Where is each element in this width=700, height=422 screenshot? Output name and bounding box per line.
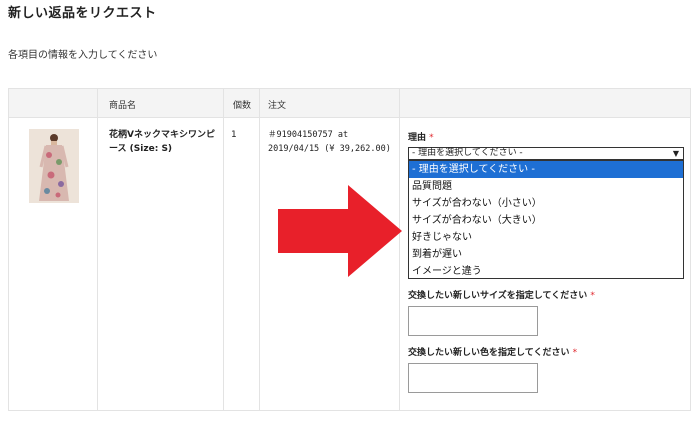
order-date-price: 2019/04/15 (¥ 39,262.00)	[268, 144, 391, 154]
reason-option[interactable]: 品質問題	[409, 178, 683, 195]
header-quantity: 個数	[233, 101, 252, 111]
required-mark: *	[429, 133, 434, 143]
color-label: 交換したい新しい色を指定してください *	[408, 348, 578, 358]
product-name: 花柄Vネックマキシワンピース (Size: S)	[109, 130, 215, 154]
color-input[interactable]	[408, 363, 538, 393]
reason-option[interactable]: サイズが合わない（大きい）	[409, 212, 683, 229]
reason-option[interactable]: 好きじゃない	[409, 229, 683, 246]
header-product: 商品名	[109, 101, 137, 111]
page-title: 新しい返品をリクエスト	[8, 6, 157, 21]
table-header: 商品名 個数 注文	[9, 89, 690, 118]
order-number: ＃91904150757 at	[268, 130, 349, 140]
reason-label: 理由 *	[408, 133, 434, 143]
reason-option[interactable]: 到着が遅い	[409, 246, 683, 263]
reason-select[interactable]: - 理由を選択してください - ▼	[408, 147, 684, 160]
reason-option[interactable]: サイズが合わない（小さい）	[409, 195, 683, 212]
header-order: 注文	[268, 101, 287, 111]
reason-select-value: - 理由を選択してください -	[412, 148, 523, 158]
instructions-text: 各項目の情報を入力してください	[8, 50, 158, 61]
reason-option[interactable]: - 理由を選択してください -	[409, 161, 683, 178]
pointer-arrow-icon	[278, 185, 402, 277]
order-info: ＃91904150757 at 2019/04/15 (¥ 39,262.00)	[268, 128, 393, 156]
chevron-down-icon: ▼	[672, 149, 679, 158]
reason-option[interactable]: イメージと違う	[409, 263, 683, 280]
reason-dropdown-list: - 理由を選択してください - 品質問題 サイズが合わない（小さい） サイズが合…	[408, 160, 684, 279]
product-thumbnail[interactable]	[29, 129, 79, 203]
size-label: 交換したい新しいサイズを指定してください *	[408, 291, 595, 301]
size-input[interactable]	[408, 306, 538, 336]
quantity-value: 1	[231, 130, 237, 140]
